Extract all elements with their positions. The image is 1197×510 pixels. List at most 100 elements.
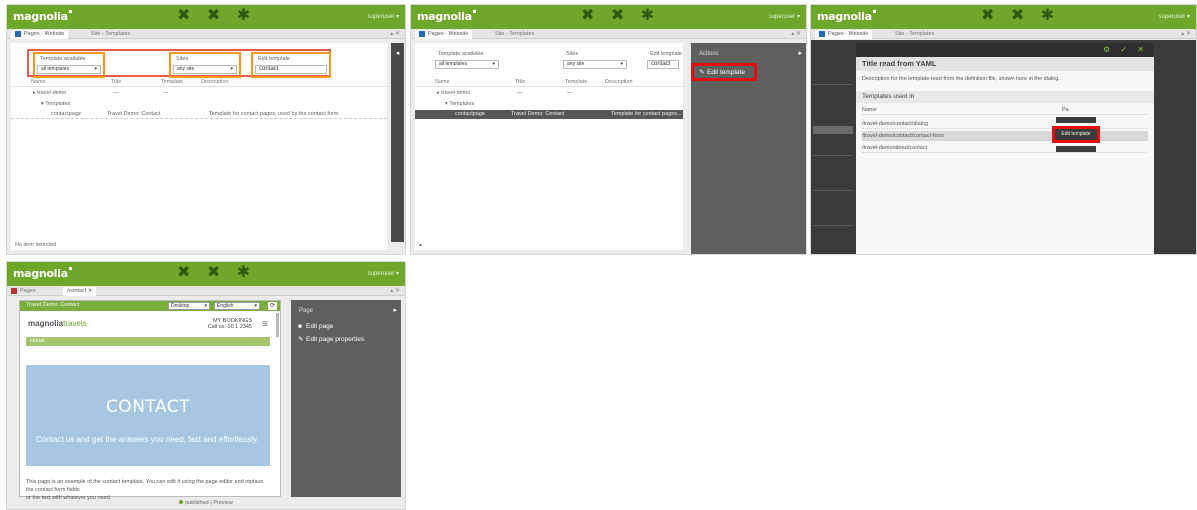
- sites-select[interactable]: any site ▾: [173, 65, 237, 74]
- user-menu[interactable]: superuser ▾: [769, 13, 800, 20]
- template-select[interactable]: all templates ▾: [435, 60, 499, 69]
- table-row[interactable]: ▾ Templates: [415, 100, 683, 109]
- chevron-down-icon: ▾: [94, 66, 97, 72]
- column-title[interactable]: Title: [515, 79, 525, 85]
- hamburger-menu-icon[interactable]: ≡: [262, 319, 268, 330]
- row-action-button[interactable]: [1056, 117, 1096, 123]
- pages-icon: [11, 287, 17, 294]
- preview-link[interactable]: Preview: [213, 500, 233, 506]
- column-template[interactable]: Template: [565, 79, 587, 85]
- table-row[interactable]: contactpage Travel Demo: Contact Templat…: [11, 110, 387, 119]
- list-item-selected[interactable]: /travel-demo/contact/contact-form: [862, 131, 1148, 141]
- close-icon[interactable]: ✕: [88, 288, 93, 294]
- filter-edit-template: Edit template contact: [251, 52, 331, 78]
- expand-arrow-icon[interactable]: ◂: [391, 49, 404, 57]
- dialog-title: Title read from YAML: [856, 57, 1154, 71]
- filter-label: Template available: [40, 56, 86, 62]
- filter-label: Edit template: [650, 51, 683, 57]
- collapse-arrow-icon[interactable]: ▸: [798, 49, 802, 57]
- tab-controls[interactable]: ▴ ✕: [390, 30, 400, 39]
- column-name: Name: [862, 107, 877, 113]
- brand-logo[interactable]: magnolia: [13, 267, 72, 280]
- table-header: Name Title Template Description: [11, 78, 387, 87]
- chevron-down-icon: ▾: [254, 303, 257, 309]
- table-row-selected[interactable]: contactpage Travel Demo: Contact Templat…: [415, 110, 683, 119]
- dialog-header: ⚙ ✓ ✕: [856, 43, 1154, 57]
- row-action-button[interactable]: [1056, 146, 1096, 152]
- list-item[interactable]: /travel-demo/about/contact: [862, 143, 1148, 153]
- pages-icon: [15, 30, 21, 37]
- user-menu[interactable]: superuser ▾: [1159, 13, 1190, 20]
- collapse-arrow-icon[interactable]: ▸: [393, 306, 397, 314]
- apps-launcher-icon[interactable]: ✖ ✖ ✱: [177, 265, 256, 281]
- tab-bar: Pages - Website Site - Templates ▴ ✕: [7, 29, 405, 39]
- templates-used-section: Templates used in: [856, 91, 1154, 103]
- site-header: magnoliatravels MY BOOKINGS Call us: 00 1…: [26, 313, 270, 335]
- apps-launcher-icon[interactable]: ✖ ✖ ✱: [981, 8, 1060, 24]
- tab-pages[interactable]: Pages - Website: [815, 30, 873, 39]
- filter-sites: Sites any site ▾: [169, 52, 241, 78]
- status-bar: No item selected: [15, 242, 56, 248]
- tab-pages[interactable]: Pages - Website: [11, 30, 69, 39]
- filter-label: Sites: [176, 56, 189, 62]
- language-select[interactable]: English ▾: [214, 302, 260, 310]
- site-logo[interactable]: magnoliatravels: [28, 319, 87, 328]
- workbench: Template available all templates ▾ Sites …: [415, 43, 683, 250]
- hero-banner[interactable]: CONTACT Contact us and get the answers y…: [26, 365, 270, 466]
- tab-contact-page[interactable]: /contact ✕: [63, 287, 97, 296]
- device-select[interactable]: Desktop ▾: [168, 302, 210, 310]
- table-row[interactable]: ▸ travel-demo — —: [11, 89, 387, 98]
- tab-controls[interactable]: ▴ ✕: [791, 30, 801, 39]
- action-bar: Page ▸ ■ Edit page ✎ Edit page properties: [291, 300, 401, 497]
- apps-launcher-icon[interactable]: ✖ ✖ ✱: [581, 8, 660, 24]
- tab-site-templates[interactable]: Site - Templates: [895, 30, 934, 39]
- brand-logo[interactable]: magnolia: [817, 10, 876, 23]
- column-title[interactable]: Title: [111, 79, 121, 85]
- tab-site-templates[interactable]: Site - Templates: [495, 30, 534, 39]
- table-row[interactable]: ▸ travel-demo — —: [415, 89, 683, 98]
- table-row[interactable]: ▾ Templates: [11, 100, 387, 109]
- actionbar-title: Actions: [699, 51, 719, 57]
- pencil-icon: ✎: [298, 336, 304, 343]
- template-search-input[interactable]: contact: [647, 60, 679, 69]
- column-name[interactable]: Name: [31, 79, 46, 85]
- tab-controls[interactable]: ▴ ✕: [390, 287, 400, 296]
- app-header: magnolia ✖ ✖ ✱ superuser ▾: [811, 5, 1196, 29]
- refresh-icon[interactable]: ⟳: [268, 302, 277, 310]
- column-description[interactable]: Description: [201, 79, 229, 85]
- app-header: magnolia ✖ ✖ ✱ superuser ▾: [7, 262, 405, 286]
- list-item[interactable]: /travel-demo/contact/dialog: [862, 119, 1148, 129]
- edit-page-properties-action[interactable]: ✎ Edit page properties: [298, 335, 364, 343]
- dialog-description: Description for the template read from t…: [862, 76, 1060, 82]
- dialog-controls[interactable]: ⚙ ✓ ✕: [1103, 45, 1148, 54]
- actionbar-collapsed[interactable]: ◂: [391, 43, 404, 242]
- chevron-down-icon: ▾: [620, 61, 623, 67]
- column-name[interactable]: Name: [435, 79, 450, 85]
- site-nav[interactable]: Home: [26, 337, 270, 346]
- edit-template-button[interactable]: Edit template: [1052, 126, 1100, 143]
- sites-select[interactable]: any site ▾: [563, 60, 627, 69]
- editor-scrollbar[interactable]: [276, 313, 279, 337]
- apps-launcher-icon[interactable]: ✖ ✖ ✱: [177, 8, 256, 24]
- edit-template-action[interactable]: ✎ Edit template: [691, 63, 757, 81]
- tab-pages[interactable]: Pages - Website: [415, 30, 473, 39]
- edit-page-action[interactable]: ■ Edit page: [298, 323, 333, 330]
- editor-toolbar: Travel Demo: Contact Desktop ▾ English ▾ ⟳: [20, 301, 280, 311]
- user-menu[interactable]: superuser ▾: [368, 270, 399, 277]
- dimmed-row: [813, 155, 853, 156]
- app-header: magnolia ✖ ✖ ✱ superuser ▾: [7, 5, 405, 29]
- workbench: Template available all templates ▾ Sites …: [11, 43, 387, 250]
- user-menu[interactable]: superuser ▾: [368, 13, 399, 20]
- brand-logo[interactable]: magnolia: [13, 10, 72, 23]
- column-description[interactable]: Description: [605, 79, 633, 85]
- template-select[interactable]: all templates ▾: [37, 65, 101, 74]
- column-template[interactable]: Template: [161, 79, 183, 85]
- brand-logo[interactable]: magnolia: [417, 10, 476, 23]
- screenshot-panel-4: magnolia ✖ ✖ ✱ superuser ▾ Pages /contac…: [6, 261, 406, 510]
- site-top-links[interactable]: MY BOOKINGS Call us: 00 1 2345: [208, 318, 252, 330]
- tab-pages[interactable]: Pages: [11, 287, 36, 296]
- filter-sites: Sites any site ▾: [563, 50, 627, 69]
- template-search-input[interactable]: contact: [255, 65, 327, 74]
- tab-site-templates[interactable]: Site - Templates: [91, 30, 130, 39]
- tab-controls[interactable]: ▴ ✕: [1181, 30, 1191, 39]
